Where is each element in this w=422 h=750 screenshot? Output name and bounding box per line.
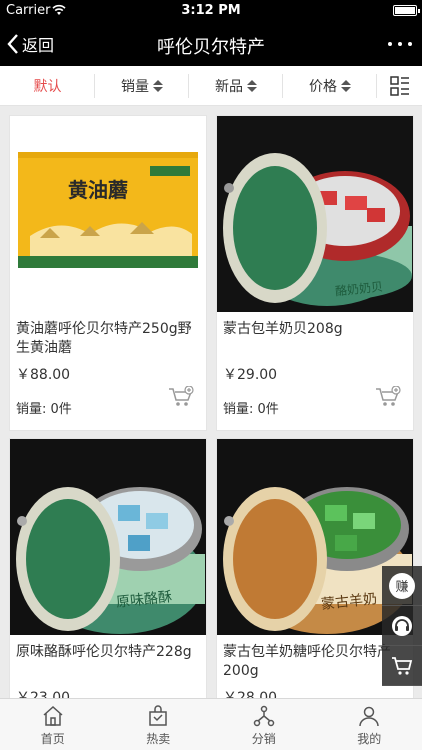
sort-tab-label: 默认 [33, 78, 62, 95]
product-list-screen: Carrier 3:12 PM 返回 呼伦贝尔特产 默认 销量 新品 价格 黄油… [0, 0, 422, 750]
add-to-cart-icon[interactable] [168, 386, 194, 408]
sort-tab-label: 价格 [309, 78, 337, 95]
sort-tab-default[interactable]: 默认 [0, 66, 95, 106]
product-name: 黄油蘑呼伦贝尔特产250g野生黄油蘑 [16, 321, 192, 356]
sort-bar: 默认 销量 新品 价格 [0, 66, 422, 106]
tab-label: 我的 [357, 732, 382, 746]
bottom-tab-bar: 首页 热卖 分销 我的 [0, 698, 422, 750]
more-icon[interactable] [388, 32, 412, 56]
network-icon [253, 705, 274, 727]
customer-service-button[interactable] [382, 606, 422, 646]
product-image: 酪奶奶贝 [217, 116, 413, 312]
product-price: ￥29.00 [223, 367, 278, 383]
add-to-cart-icon[interactable] [375, 386, 401, 408]
sort-tab-new[interactable]: 新品 [189, 66, 283, 106]
product-sales: 销量: 0件 [16, 402, 72, 417]
cart-icon [392, 656, 413, 675]
battery-icon [393, 5, 420, 16]
tab-label: 分销 [251, 732, 276, 746]
tab-mine[interactable]: 我的 [317, 699, 422, 750]
tab-label: 热卖 [146, 732, 171, 746]
clock: 3:12 PM [181, 3, 241, 18]
floating-actions: 赚 [382, 566, 422, 686]
tab-label: 首页 [40, 732, 65, 746]
product-card[interactable]: 酪奶奶贝 蒙古包羊奶贝208g ￥29.00 销量: 0件 [216, 115, 414, 431]
status-bar: Carrier 3:12 PM [0, 0, 422, 22]
sort-arrows-icon [341, 79, 351, 92]
product-name: 原味酪酥呼伦贝尔特产228g [16, 644, 192, 660]
nav-bar: 返回 呼伦贝尔特产 [0, 22, 422, 66]
bag-icon [149, 705, 167, 726]
earn-label: 赚 [389, 572, 415, 599]
sort-tab-label: 新品 [215, 78, 243, 95]
sort-tab-price[interactable]: 价格 [283, 66, 377, 106]
tab-home[interactable]: 首页 [0, 699, 106, 750]
layout-toggle-button[interactable] [377, 66, 422, 106]
home-icon [43, 705, 63, 726]
cart-button[interactable] [382, 646, 422, 686]
user-icon [359, 706, 379, 727]
sort-tab-sales[interactable]: 销量 [95, 66, 189, 106]
page-title: 呼伦贝尔特产 [157, 37, 265, 58]
sort-arrows-icon [247, 79, 257, 92]
product-image: 黄油蘑 [10, 116, 206, 312]
headset-icon [392, 615, 412, 636]
product-price: ￥88.00 [16, 367, 71, 383]
list-view-icon [389, 75, 409, 96]
product-image: 原味酪酥 [10, 439, 206, 635]
product-name: 蒙古包羊奶贝208g [223, 321, 343, 337]
tab-distribution[interactable]: 分销 [211, 699, 317, 750]
earn-button[interactable]: 赚 [382, 566, 422, 606]
product-sales: 销量: 0件 [223, 402, 279, 417]
tab-hot[interactable]: 热卖 [106, 699, 212, 750]
sort-tab-label: 销量 [121, 78, 149, 95]
product-card[interactable]: 黄油蘑 黄油蘑呼伦贝尔特产250g野生黄油蘑 ￥88.00 销量: 0件 [9, 115, 207, 431]
product-card[interactable]: 原味酪酥 原味酪酥呼伦贝尔特产228g ￥23.00 [9, 438, 207, 708]
sort-arrows-icon [153, 79, 163, 92]
package-text: 黄油蘑 [68, 178, 128, 202]
